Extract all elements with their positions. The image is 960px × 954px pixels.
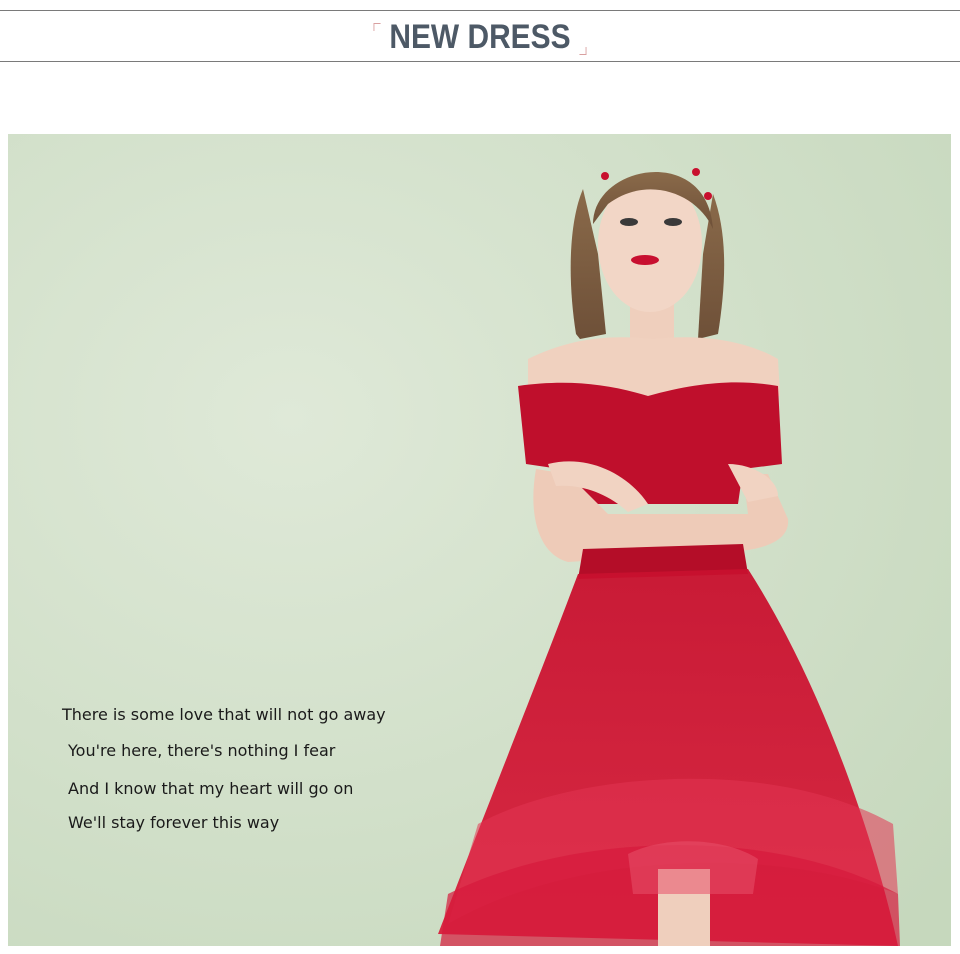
caption-line: We'll stay forever this way: [68, 813, 280, 832]
header-divider-top: [0, 10, 960, 11]
corner-bracket-left: [373, 22, 381, 31]
header: NEW DRESS: [0, 14, 960, 60]
page-title-text: NEW DRESS: [389, 17, 571, 56]
corner-bracket-right: [579, 46, 587, 55]
caption-line: You're here, there's nothing I fear: [68, 741, 336, 760]
header-divider-bottom: [0, 61, 960, 62]
caption-line: And I know that my heart will go on: [68, 779, 354, 798]
caption-line: There is some love that will not go away: [62, 705, 386, 724]
page-title: NEW DRESS: [373, 17, 587, 57]
